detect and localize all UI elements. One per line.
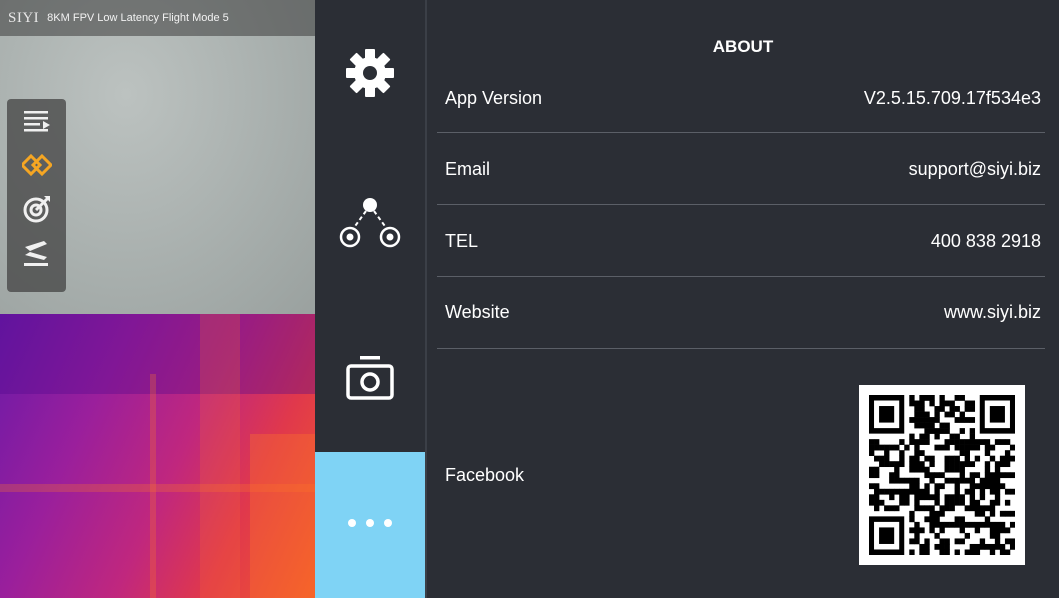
brand-logo: SIYI (8, 9, 40, 26)
facebook-qr-code[interactable] (859, 385, 1025, 565)
status-bar: SIYI 8KM FPV Low Latency Flight Mode 5 (0, 0, 315, 36)
website-value[interactable]: www.siyi.biz (944, 302, 1041, 323)
tool-takeoff-land-button[interactable] (17, 235, 57, 275)
tool-list-button[interactable] (17, 103, 57, 143)
tel-label: TEL (445, 230, 479, 251)
flight-mode-text: 8KM FPV Low Latency Flight Mode 5 (47, 12, 229, 24)
divider (437, 204, 1045, 205)
link-diamond-icon (19, 152, 53, 183)
website-label: Website (445, 301, 510, 322)
tel-value[interactable]: 400 838 2918 (931, 231, 1041, 252)
more-dots-icon (345, 516, 395, 534)
email-value[interactable]: support@siyi.biz (909, 159, 1041, 180)
nav-camera[interactable] (315, 345, 425, 415)
list-play-icon (22, 108, 52, 139)
network-nodes-icon (338, 195, 402, 256)
side-nav (315, 0, 425, 598)
app-version-value: V2.5.15.709.17f534e3 (863, 87, 1041, 108)
nav-settings[interactable] (315, 30, 425, 120)
divider (437, 132, 1045, 133)
app-version-label: App Version (445, 87, 543, 108)
target-icon (22, 194, 52, 229)
facebook-row: Facebook (445, 461, 745, 489)
tool-link-button[interactable] (17, 147, 57, 187)
takeoff-land-icon (22, 238, 52, 273)
gear-icon (344, 47, 396, 104)
thermal-view (0, 314, 315, 598)
app-screen: SIYI 8KM FPV Low Latency Flight Mode 5 A… (0, 0, 1059, 598)
camera-icon (344, 353, 396, 408)
app-version-row: App Version V2.5.15.709.17f534e3 (445, 84, 1041, 112)
email-row: Email support@siyi.biz (445, 155, 1041, 183)
tel-row: TEL 400 838 2918 (445, 227, 1041, 255)
panel-title: ABOUT (712, 37, 774, 56)
camera-feed[interactable]: SIYI 8KM FPV Low Latency Flight Mode 5 (0, 0, 315, 598)
about-panel: ABOUT App Version V2.5.15.709.17f534e3 E… (427, 0, 1059, 598)
facebook-label: Facebook (445, 464, 525, 485)
tool-target-button[interactable] (17, 191, 57, 231)
website-row: Website www.siyi.biz (445, 298, 1041, 326)
divider (437, 348, 1045, 349)
nav-network[interactable] (315, 190, 425, 260)
email-label: Email (445, 158, 491, 179)
nav-more[interactable] (315, 452, 425, 598)
divider (437, 276, 1045, 277)
tool-panel (7, 99, 66, 292)
